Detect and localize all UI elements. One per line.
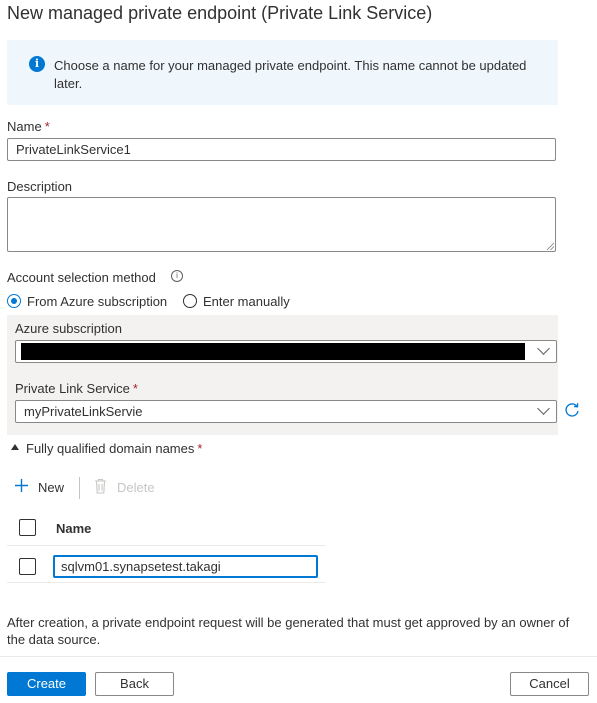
- name-input-value: PrivateLinkService1: [16, 142, 131, 157]
- delete-button[interactable]: Delete: [117, 480, 155, 495]
- radio-from-azure-subscription-label[interactable]: From Azure subscription: [27, 294, 167, 309]
- chevron-down-icon: [537, 342, 550, 355]
- name-input[interactable]: PrivateLinkService1: [7, 138, 556, 161]
- private-link-service-value: myPrivateLinkServie: [24, 404, 143, 419]
- chevron-down-icon: [537, 402, 550, 415]
- toolbar-divider: [79, 477, 80, 499]
- column-header-name: Name: [56, 521, 92, 536]
- header-divider: [7, 545, 326, 546]
- private-link-service-dropdown[interactable]: myPrivateLinkServie: [15, 400, 557, 423]
- account-selection-label: Account selection method: [7, 270, 156, 285]
- back-button[interactable]: Back: [95, 672, 174, 696]
- radio-enter-manually[interactable]: [183, 294, 197, 308]
- add-icon[interactable]: [14, 478, 29, 493]
- radio-enter-manually-label[interactable]: Enter manually: [203, 294, 290, 309]
- description-label: Description: [7, 179, 73, 194]
- info-circle-icon[interactable]: i: [171, 270, 183, 282]
- page-title: New managed private endpoint (Private Li…: [7, 3, 433, 23]
- cancel-button[interactable]: Cancel: [510, 672, 589, 696]
- new-button[interactable]: New: [38, 480, 64, 495]
- radio-from-azure-subscription[interactable]: [7, 294, 21, 308]
- collapse-caret-icon[interactable]: [11, 444, 19, 450]
- info-banner-text: Choose a name for your managed private e…: [54, 58, 527, 91]
- azure-subscription-label: Azure subscription: [15, 321, 122, 336]
- fqdn-section-label[interactable]: Fully qualified domain names *: [26, 441, 202, 456]
- refresh-icon[interactable]: [564, 402, 580, 418]
- trash-icon: [95, 478, 106, 494]
- row-checkbox[interactable]: [19, 558, 36, 575]
- footer-note: After creation, a private endpoint reque…: [7, 615, 570, 647]
- footer-divider: [0, 656, 597, 657]
- select-all-checkbox[interactable]: [19, 519, 36, 536]
- row-divider: [7, 582, 326, 583]
- private-link-service-label: Private Link Service *: [15, 381, 138, 396]
- name-label: Name *: [7, 119, 50, 134]
- fqdn-input[interactable]: sqlvm01.synapsetest.takagi: [53, 555, 318, 578]
- fqdn-input-value: sqlvm01.synapsetest.takagi: [61, 559, 221, 574]
- description-textarea[interactable]: [7, 197, 556, 252]
- info-icon: i: [29, 56, 45, 72]
- create-button[interactable]: Create: [7, 672, 86, 696]
- resize-grip-icon[interactable]: [547, 243, 554, 250]
- redacted-subscription-value: [21, 343, 525, 360]
